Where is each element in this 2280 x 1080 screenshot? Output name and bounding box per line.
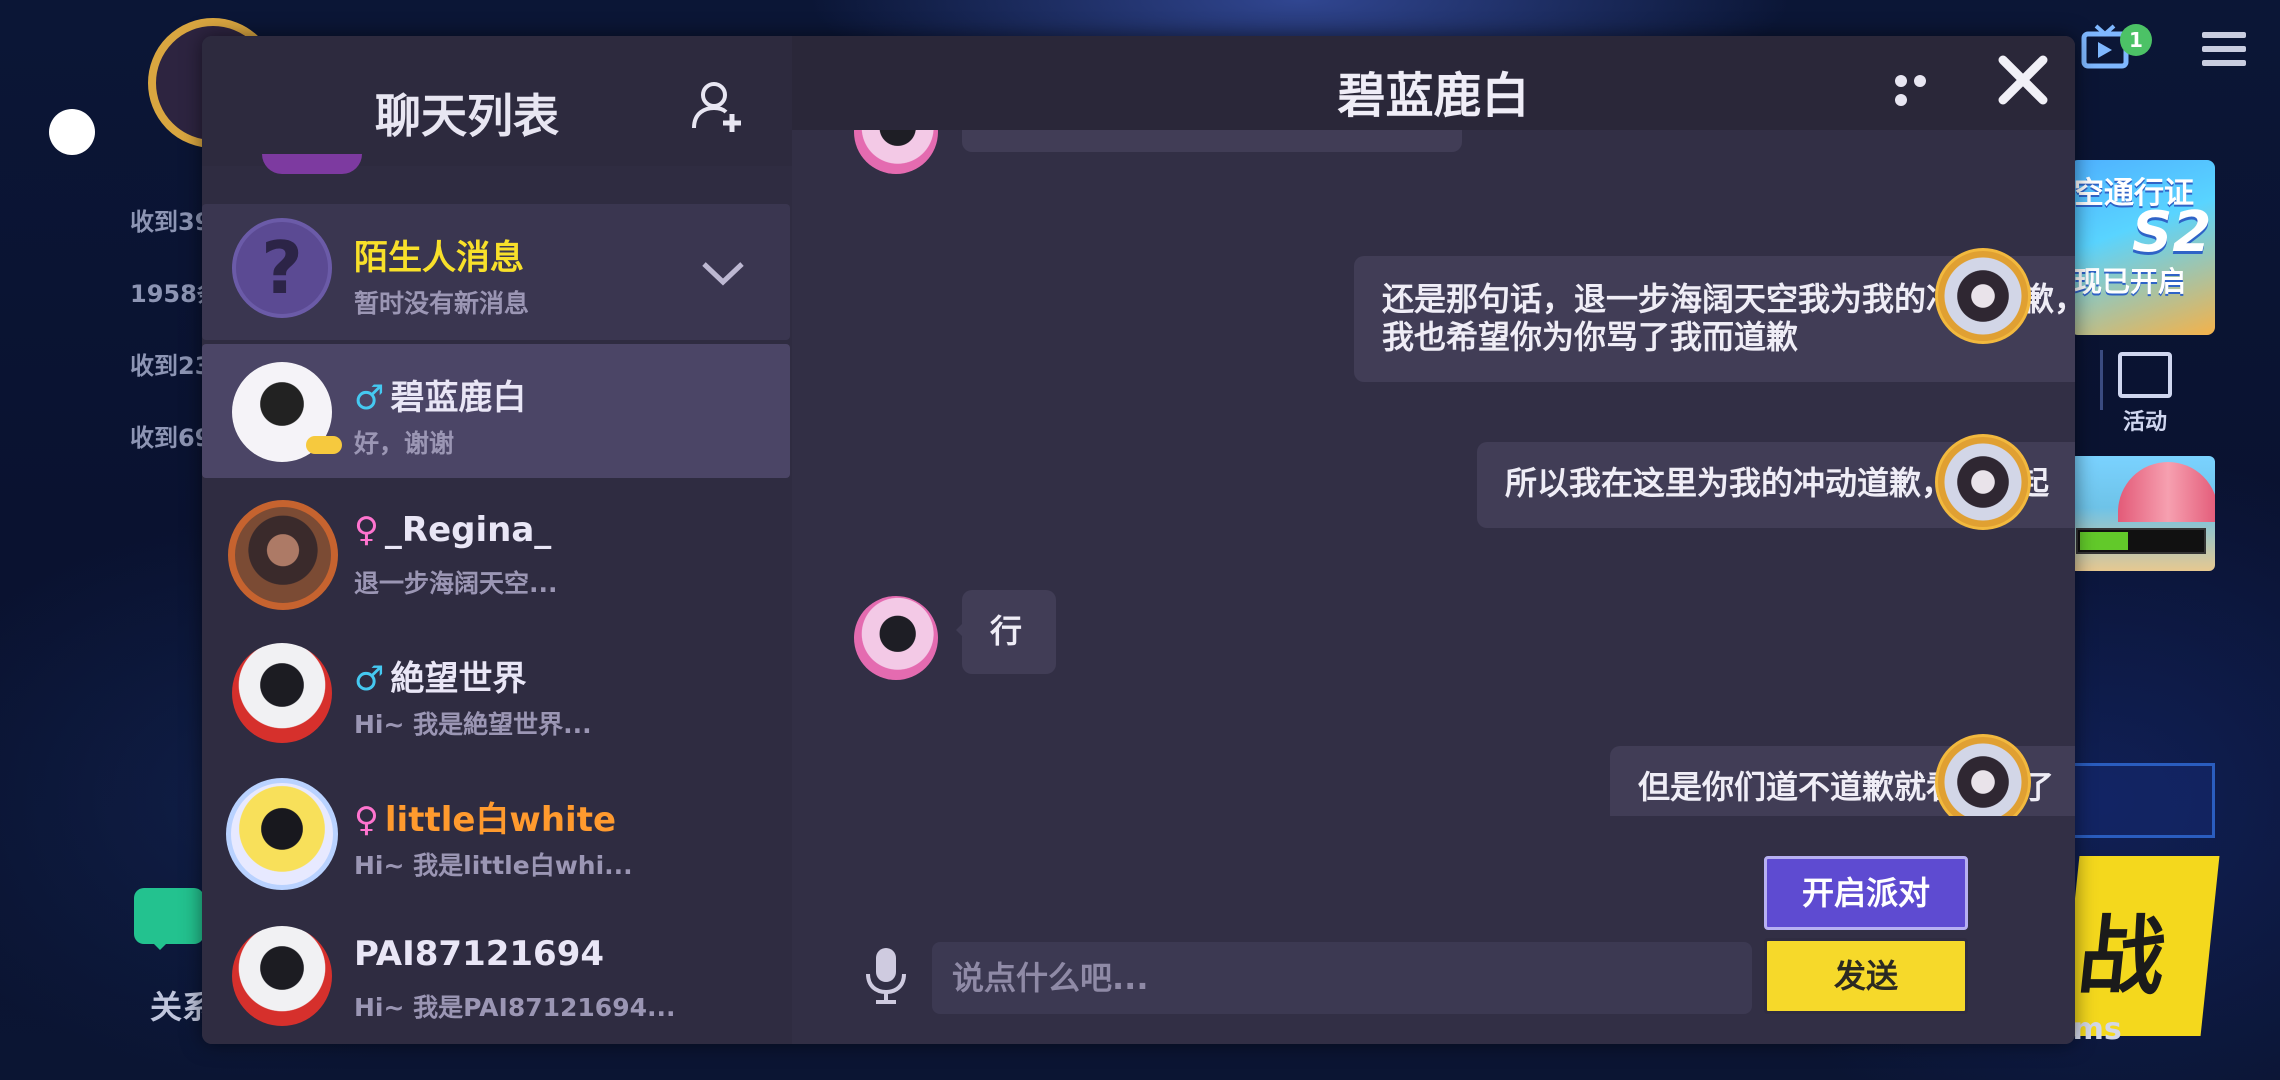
conversation-name: ♀ _Regina_: [354, 510, 552, 550]
conversation-header: 碧蓝鹿白: [792, 36, 2075, 130]
bg-stat-text: 收到69: [130, 424, 212, 452]
more-options-icon[interactable]: [1895, 72, 1951, 106]
avatar: [262, 154, 362, 174]
chat-list-item[interactable]: ♀ little白white Hi~ 我是little白whi...: [202, 766, 790, 900]
start-game-banner[interactable]: 战: [2060, 856, 2220, 1036]
chat-list-item[interactable]: PAI87121694 Hi~ 我是PAI87121694...: [202, 908, 790, 1042]
avatar: [1935, 248, 2031, 344]
message-bubble: [962, 130, 1462, 152]
conversation-preview: 好，谢谢: [354, 429, 455, 458]
banner-subtitle: 现已开启: [2074, 265, 2187, 298]
pass-banner[interactable]: 空通行证 S2 现已开启: [2070, 160, 2215, 335]
female-icon: ♀: [354, 510, 379, 550]
typing-badge: [306, 436, 342, 454]
send-button[interactable]: 发送: [1764, 938, 1968, 1014]
chat-modal: 聊天列表 ? 陌生人消息 暂时没有新消息 ♂ 碧蓝鹿白 好，谢谢 ♀ _Regina…: [202, 36, 2075, 1044]
activity-icon: [2118, 352, 2172, 398]
bg-stat-text: 收到39: [130, 208, 212, 236]
unknown-avatar: ?: [232, 218, 332, 318]
chat-list-header: 聊天列表: [202, 36, 792, 166]
chat-icon[interactable]: [134, 888, 204, 950]
close-icon[interactable]: [1995, 52, 2051, 108]
microphone-icon[interactable]: [864, 946, 908, 1006]
umbrella-icon: [2118, 462, 2215, 522]
activity-button[interactable]: 活动: [2090, 352, 2200, 436]
conversation-preview: 暂时没有新消息: [354, 289, 530, 318]
event-banner[interactable]: [2070, 456, 2215, 571]
floating-assist-dot[interactable]: [49, 109, 95, 155]
conversation-preview: Hi~ 我是little白whi...: [354, 851, 633, 880]
chat-list-item[interactable]: ♀ _Regina_ 退一步海阔天空...: [202, 484, 790, 618]
avatar: [232, 643, 332, 743]
conversation-name: 陌生人消息: [354, 238, 524, 278]
avatar: [226, 778, 338, 890]
activity-label: 活动: [2122, 410, 2167, 435]
conversation-name: ♀ little白white: [354, 800, 617, 840]
add-friend-icon[interactable]: [690, 78, 746, 134]
side-panel[interactable]: [2075, 763, 2215, 838]
conversation-title: 碧蓝鹿白: [1337, 68, 1530, 124]
event-progress-bar: [2076, 528, 2206, 554]
message-list[interactable]: 还是那句话，退一步海阔天空我为我的冲动道歉，我也希望你为你骂了我而道歉 所以我在…: [792, 130, 2075, 816]
tv-notification-badge: 1: [2120, 24, 2152, 56]
conversation-preview: 退一步海阔天空...: [354, 569, 558, 598]
chevron-down-icon[interactable]: [700, 254, 744, 294]
banner-season: S2: [2132, 200, 2212, 265]
conversation-name: ♂ 絶望世界: [354, 659, 527, 699]
conversation-name: ♂ 碧蓝鹿白: [354, 378, 527, 418]
start-party-button[interactable]: 开启派对: [1764, 856, 1968, 930]
conversation-panel: 碧蓝鹿白 还是那句话，退一步海阔天空我为我的冲动道歉，我也希望你为你骂了我而道歉…: [792, 36, 2075, 1044]
conversation-preview: Hi~ 我是絶望世界...: [354, 710, 592, 739]
chat-list-item[interactable]: ♂ 碧蓝鹿白 好，谢谢: [202, 344, 790, 478]
conversation-preview: Hi~ 我是PAI87121694...: [354, 993, 676, 1022]
avatar: [854, 130, 938, 174]
avatar: [232, 926, 332, 1026]
chat-list-item[interactable]: ♂ 絶望世界 Hi~ 我是絶望世界...: [202, 625, 790, 759]
banner-char: 战: [2073, 907, 2171, 1007]
avatar: [1935, 434, 2031, 530]
chat-list-panel: 聊天列表 ? 陌生人消息 暂时没有新消息 ♂ 碧蓝鹿白 好，谢谢 ♀ _Regina…: [202, 36, 792, 1044]
event-progress-fill: [2080, 532, 2128, 550]
male-icon: ♂: [354, 659, 385, 699]
male-icon: ♂: [354, 378, 385, 418]
avatar: [228, 500, 338, 610]
menu-icon[interactable]: [2202, 32, 2246, 68]
conversation-name: PAI87121694: [354, 934, 605, 974]
message-bubble[interactable]: 行: [956, 590, 1056, 674]
female-icon: ♀: [354, 800, 379, 840]
avatar: [854, 596, 938, 680]
stranger-messages-row[interactable]: ? 陌生人消息 暂时没有新消息: [202, 204, 790, 340]
bg-stat-text: 收到23: [130, 352, 212, 380]
message-input[interactable]: [932, 942, 1752, 1014]
